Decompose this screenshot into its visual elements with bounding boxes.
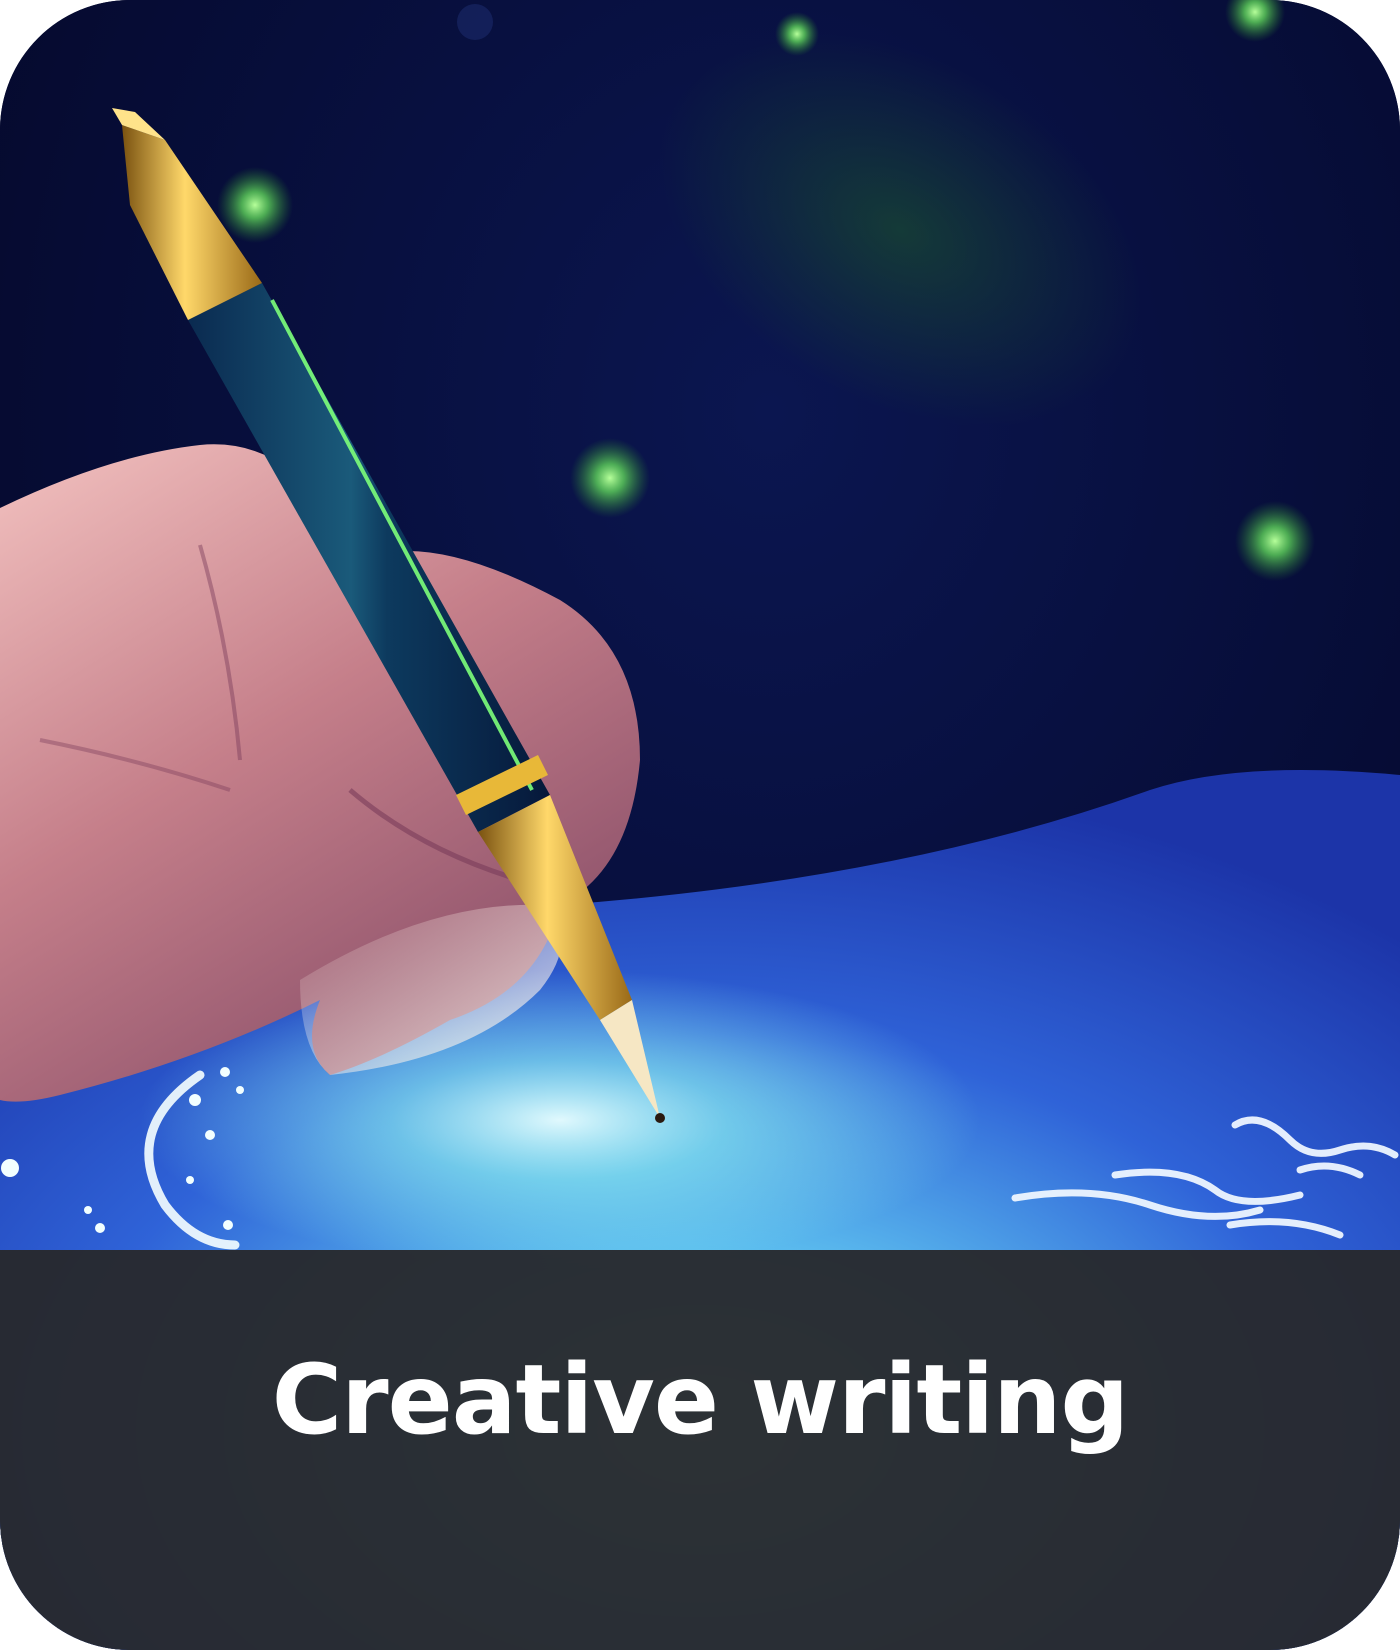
card-title: Creative writing <box>271 1344 1129 1456</box>
caption-bar: Creative writing <box>0 1250 1400 1650</box>
creative-writing-card[interactable]: Creative writing <box>0 0 1400 1650</box>
